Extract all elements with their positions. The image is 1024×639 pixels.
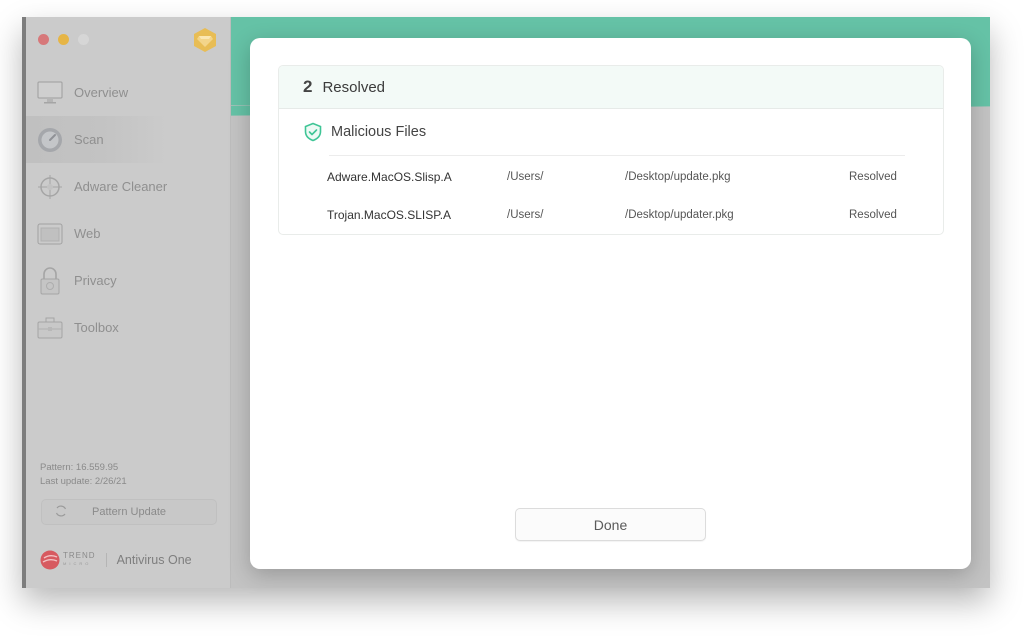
product-name: Antivirus One [116, 553, 192, 567]
monitor-icon [36, 79, 64, 107]
sidebar-item-label: Adware Cleaner [74, 179, 168, 194]
sidebar-item-label: Scan [74, 132, 104, 147]
pattern-update-button[interactable]: Pattern Update [41, 499, 217, 525]
sidebar-item-privacy[interactable]: Privacy [26, 257, 230, 304]
threat-name: Adware.MacOS.Slisp.A [327, 170, 452, 184]
sidebar-item-label: Overview [74, 85, 129, 100]
file-path-suffix: /Desktop/updater.pkg [625, 209, 734, 221]
sidebar-item-label: Toolbox [74, 320, 119, 335]
threat-name: Trojan.MacOS.SLISP.A [327, 208, 452, 222]
last-update: Last update: 2/26/21 [40, 476, 127, 487]
sidebar-item-web[interactable]: Web [26, 210, 230, 257]
section-divider [329, 155, 905, 156]
sidebar-item-label: Privacy [74, 273, 117, 288]
malicious-files-section: Malicious Files [279, 109, 943, 155]
file-path-prefix: /Users/ [507, 171, 544, 183]
sidebar-item-label: Web [74, 226, 101, 241]
scan-results-dialog: 2 Resolved Malicious Files Adware.MacOS.… [250, 38, 971, 569]
browser-icon [36, 220, 64, 248]
shield-check-icon [304, 122, 322, 142]
done-button[interactable]: Done [515, 508, 706, 541]
pattern-info: Pattern: 16.559.95 Last update: 2/26/21 [40, 461, 127, 489]
brand-separator [105, 553, 107, 567]
close-window-button[interactable] [38, 34, 49, 45]
brand-footer: TREND MICRO Antivirus One [40, 550, 192, 570]
results-card: 2 Resolved Malicious Files Adware.MacOS.… [278, 65, 944, 235]
file-path-prefix: /Users/ [507, 209, 544, 221]
crosshair-icon [36, 173, 64, 201]
gem-icon[interactable] [192, 27, 218, 53]
briefcase-icon [36, 314, 64, 342]
sidebar-item-overview[interactable]: Overview [26, 69, 230, 116]
sidebar-item-adware-cleaner[interactable]: Adware Cleaner [26, 163, 230, 210]
redacted-username [544, 209, 622, 221]
pattern-version: Pattern: 16.559.95 [40, 462, 119, 473]
section-title: Malicious Files [331, 124, 427, 140]
refresh-icon [55, 505, 67, 517]
trend-micro-logo-icon [40, 550, 60, 570]
minimize-window-button[interactable] [58, 34, 69, 45]
sidebar: Overview Scan Adware Cleaner Web Privacy… [26, 17, 231, 588]
file-path-suffix: /Desktop/update.pkg [625, 171, 731, 183]
sidebar-nav: Overview Scan Adware Cleaner Web Privacy… [26, 69, 230, 351]
table-row: Trojan.MacOS.SLISP.A /Users/ /Desktop/up… [279, 197, 943, 233]
table-row: Adware.MacOS.Slisp.A /Users/ /Desktop/up… [279, 159, 943, 195]
status-badge: Resolved [849, 171, 897, 183]
results-header: 2 Resolved [279, 66, 943, 109]
lock-icon [36, 266, 64, 295]
status-badge: Resolved [849, 209, 897, 221]
brand-logo-text: TREND MICRO [63, 551, 96, 567]
resolved-count: 2 [303, 77, 313, 96]
scan-gauge-icon [36, 126, 64, 154]
pattern-update-label: Pattern Update [92, 506, 166, 518]
sidebar-item-toolbox[interactable]: Toolbox [26, 304, 230, 351]
resolved-title: Resolved [322, 78, 386, 96]
redacted-username [544, 171, 622, 183]
sidebar-item-scan[interactable]: Scan [26, 116, 166, 163]
zoom-window-button[interactable] [78, 34, 89, 45]
